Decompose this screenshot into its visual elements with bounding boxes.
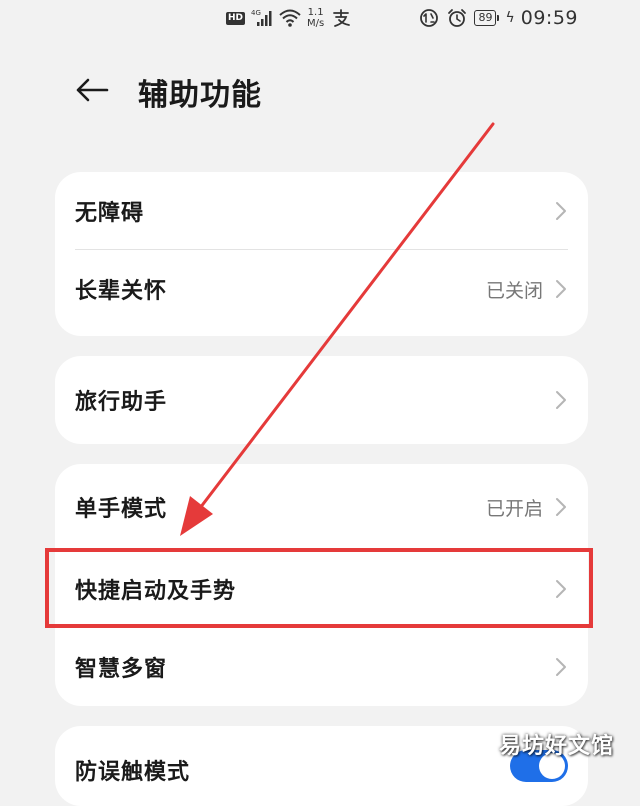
setting-smart-multiwindow[interactable]: 智慧多窗 (55, 628, 588, 706)
battery-level: 89 (474, 10, 497, 26)
setting-shortcuts-gestures[interactable]: 快捷启动及手势 (55, 550, 588, 628)
chevron-right-icon (556, 280, 566, 298)
chevron-right-icon (556, 202, 566, 220)
cellular-signal-icon: 4G (251, 9, 272, 26)
alarm-icon (448, 9, 467, 27)
setting-status: 已关闭 (485, 279, 543, 302)
network-speed: 1.1 M/s (307, 7, 324, 29)
setting-label: 智慧多窗 (75, 657, 168, 682)
alipay-icon (333, 9, 351, 27)
data-saver-icon (420, 9, 439, 27)
svg-text:4G: 4G (251, 9, 261, 17)
battery-indicator: 89 (474, 10, 500, 26)
setting-one-hand-mode[interactable]: 单手模式 已开启 (55, 464, 588, 550)
setting-accessibility[interactable]: 无障碍 (55, 172, 588, 250)
settings-group-3: 单手模式 已开启 快捷启动及手势 智慧多窗 (55, 464, 588, 706)
setting-label: 快捷启动及手势 (75, 579, 237, 604)
status-bar-left: HD 4G 1.1 M/s (226, 7, 352, 29)
status-bar: HD 4G 1.1 M/s 89 ϟ 09:59 (0, 0, 640, 40)
watermark: 易坊好文馆 (498, 734, 614, 759)
back-button[interactable] (72, 72, 112, 108)
chevron-right-icon (556, 391, 566, 409)
wifi-icon (279, 9, 301, 27)
chevron-right-icon (556, 498, 566, 516)
setting-elderly-care[interactable]: 长辈关怀 已关闭 (55, 250, 588, 328)
arrow-left-icon (76, 78, 109, 102)
hd-badge: HD (226, 11, 246, 25)
setting-label: 旅行助手 (75, 390, 168, 415)
setting-label: 长辈关怀 (75, 279, 168, 304)
setting-status: 已开启 (485, 497, 543, 520)
chevron-right-icon (556, 658, 566, 676)
setting-label: 单手模式 (75, 497, 168, 522)
battery-tip (497, 15, 500, 21)
charging-bolt-icon: ϟ (505, 10, 515, 26)
chevron-right-icon (556, 580, 566, 598)
page-title: 辅助功能 (138, 78, 262, 113)
network-speed-unit: M/s (307, 18, 325, 29)
clock: 09:59 (520, 7, 578, 29)
setting-label: 无障碍 (75, 201, 145, 226)
settings-group-2: 旅行助手 (55, 356, 588, 444)
setting-label: 防误触模式 (75, 760, 191, 785)
network-speed-value: 1.1 (307, 7, 324, 18)
setting-travel-assistant[interactable]: 旅行助手 (55, 356, 588, 444)
settings-group-1: 无障碍 长辈关怀 已关闭 (55, 172, 588, 336)
status-bar-right: 89 ϟ 09:59 (418, 7, 578, 29)
